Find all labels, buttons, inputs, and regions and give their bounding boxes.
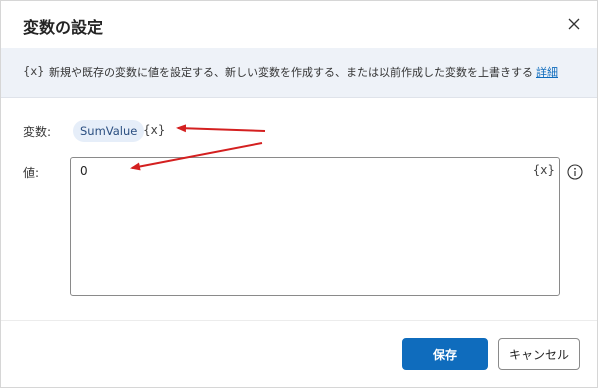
footer-divider xyxy=(1,320,597,321)
value-label: 値: xyxy=(23,166,40,180)
close-button[interactable] xyxy=(563,13,585,35)
value-variable-picker-icon[interactable]: {x} xyxy=(533,163,555,177)
value-input[interactable]: 0 {x} xyxy=(70,157,560,296)
cancel-button[interactable]: キャンセル xyxy=(498,338,580,370)
info-bar: {x} 新規や既存の変数に値を設定する、新しい変数を作成する、または以前作成した… xyxy=(1,48,597,98)
close-icon xyxy=(568,18,580,30)
info-description: 新規や既存の変数に値を設定する、新しい変数を作成する、または以前作成した変数を上… xyxy=(49,64,558,80)
variable-label: 変数: xyxy=(23,125,52,139)
variable-picker-icon[interactable]: {x} xyxy=(143,123,165,137)
variable-icon: {x} xyxy=(23,64,45,78)
save-button[interactable]: 保存 xyxy=(402,338,488,370)
value-input-text: 0 xyxy=(80,164,88,178)
dialog-titlebar: 変数の設定 xyxy=(1,1,597,47)
set-variable-dialog: 変数の設定 {x} 新規や既存の変数に値を設定する、新しい変数を作成する、または… xyxy=(0,0,598,388)
details-link[interactable]: 詳細 xyxy=(536,66,558,79)
info-description-text: 新規や既存の変数に値を設定する、新しい変数を作成する、または以前作成した変数を上… xyxy=(49,66,533,79)
variable-name-chip[interactable]: SumValue xyxy=(73,120,145,142)
info-circle-icon[interactable] xyxy=(567,164,583,180)
dialog-title: 変数の設定 xyxy=(23,18,104,37)
